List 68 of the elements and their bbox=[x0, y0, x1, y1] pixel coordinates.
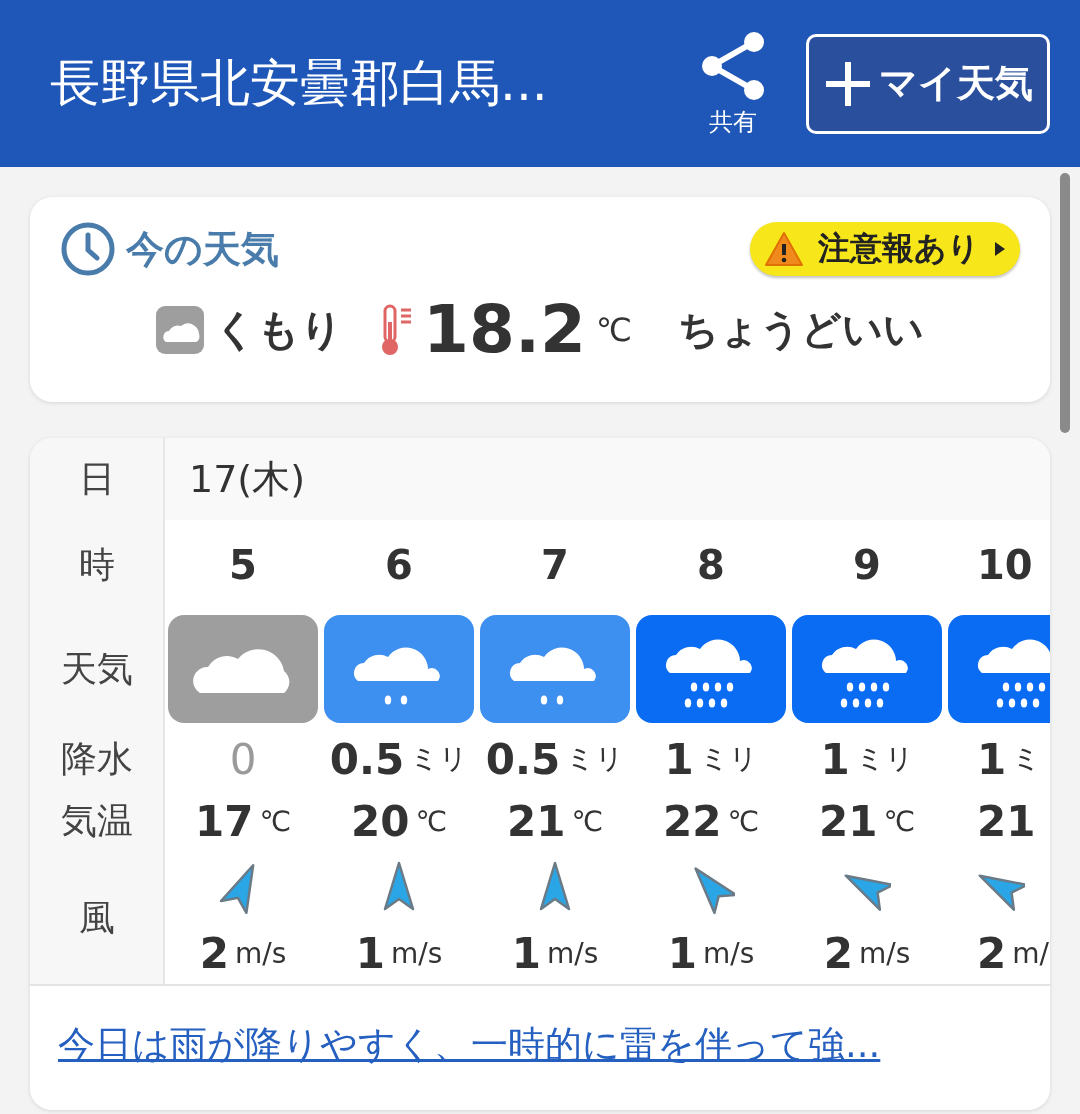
precipitation-value: 0.5 bbox=[329, 734, 405, 784]
temperature-cell: 22 bbox=[663, 796, 722, 846]
precipitation-unit: ミリ bbox=[855, 741, 914, 777]
wind-speed-value: 2 bbox=[199, 928, 229, 978]
cloud-icon bbox=[156, 305, 205, 354]
temperature-cell: 21 bbox=[977, 796, 1036, 846]
row-label: 気温 bbox=[30, 790, 165, 852]
wind-speed-value: 2 bbox=[823, 928, 853, 978]
wind-speed-unit: m/ bbox=[1012, 936, 1049, 970]
comfort-text: ちょうどいい bbox=[677, 305, 924, 354]
wind-speed-unit: m/s bbox=[234, 936, 287, 970]
hour-cell: 7 bbox=[541, 542, 569, 588]
cloud-icon bbox=[168, 615, 318, 723]
precipitation-unit: ミリ bbox=[410, 741, 469, 777]
hour-cell: 9 bbox=[853, 542, 881, 588]
temperature-cell: 20 bbox=[351, 796, 410, 846]
row-label: 天気 bbox=[30, 610, 165, 728]
rain-cloud-icon bbox=[636, 615, 786, 723]
hour-cell: 8 bbox=[697, 542, 725, 588]
clock-icon bbox=[60, 221, 116, 277]
date-cell: 17(木) bbox=[165, 438, 1050, 520]
rain-cloud-icon bbox=[324, 615, 474, 723]
precipitation-value: 0.5 bbox=[485, 734, 561, 784]
forecast-summary-link[interactable]: 今日は雨が降りやすく、一時的に雷を伴って強... bbox=[58, 1023, 881, 1066]
caret-icon bbox=[994, 241, 1006, 257]
temperature-unit: ℃ bbox=[883, 804, 915, 838]
row-label: 風 bbox=[30, 852, 165, 984]
wind-speed-unit: m/s bbox=[390, 936, 443, 970]
wind-speed-unit: m/s bbox=[546, 936, 599, 970]
row-label: 日 bbox=[30, 438, 165, 520]
wind-speed-value: 1 bbox=[511, 928, 541, 978]
hour-cell: 10 bbox=[977, 542, 1033, 588]
temperature-unit: ℃ bbox=[595, 310, 632, 349]
share-icon bbox=[700, 29, 766, 102]
hour-cell: 5 bbox=[229, 542, 257, 588]
precipitation-value: 1 bbox=[820, 734, 850, 784]
scrollbar-thumb[interactable] bbox=[1060, 173, 1070, 433]
add-my-weather-button[interactable]: マイ天気 bbox=[806, 33, 1050, 134]
precipitation-value: 1 bbox=[977, 734, 1007, 784]
share-button[interactable]: 共有 bbox=[700, 29, 766, 138]
warning-icon bbox=[764, 231, 804, 267]
wind-speed-value: 2 bbox=[977, 928, 1007, 978]
location-title: 長野県北安曇郡白馬... bbox=[50, 53, 549, 114]
precipitation-value: 1 bbox=[664, 734, 694, 784]
temperature-value: 18.2 bbox=[423, 291, 586, 368]
wind-speed-value: 1 bbox=[667, 928, 697, 978]
rain-cloud-icon bbox=[480, 615, 630, 723]
temperature-unit: ℃ bbox=[727, 804, 759, 838]
temperature-unit: ℃ bbox=[259, 804, 291, 838]
wind-speed-value: 1 bbox=[355, 928, 385, 978]
section-heading: 今の天気 bbox=[126, 225, 279, 273]
condition-text: くもり bbox=[214, 303, 344, 356]
precipitation-value: 0 bbox=[229, 734, 257, 784]
precipitation-unit: ミリ bbox=[699, 741, 758, 777]
precipitation-unit: ミリ bbox=[566, 741, 625, 777]
hour-cell: 6 bbox=[385, 542, 413, 588]
temperature-cell: 21 bbox=[819, 796, 878, 846]
rain-cloud-icon bbox=[792, 615, 942, 723]
alert-badge[interactable]: 注意報あり bbox=[750, 222, 1020, 276]
temperature-cell: 21 bbox=[507, 796, 566, 846]
wind-speed-unit: m/s bbox=[702, 936, 755, 970]
temperature-unit: ℃ bbox=[571, 804, 603, 838]
row-label: 降水 bbox=[30, 728, 165, 790]
row-label: 時 bbox=[30, 520, 165, 610]
temperature-cell: 17 bbox=[195, 796, 254, 846]
precipitation-unit: ミ bbox=[1012, 741, 1042, 777]
wind-speed-unit: m/s bbox=[858, 936, 911, 970]
temperature-unit: ℃ bbox=[415, 804, 447, 838]
